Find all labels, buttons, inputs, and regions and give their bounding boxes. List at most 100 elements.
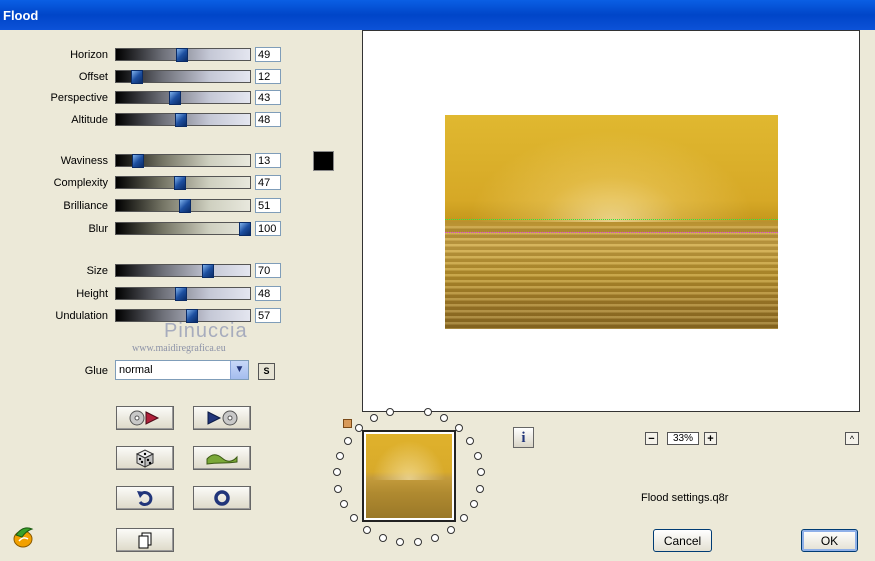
blur-value[interactable]: 100 xyxy=(255,221,281,236)
thumbnail-image xyxy=(366,434,452,518)
size-value[interactable]: 70 xyxy=(255,263,281,278)
height-slider[interactable] xyxy=(115,287,251,301)
horizon-value[interactable]: 49 xyxy=(255,47,281,62)
dial-dot[interactable] xyxy=(333,468,341,476)
dial-dot[interactable] xyxy=(460,514,468,522)
undo-button[interactable] xyxy=(116,486,174,510)
perspective-slider-thumb[interactable] xyxy=(169,91,181,105)
horizon-guide-line xyxy=(445,219,778,220)
brilliance-slider[interactable] xyxy=(115,199,251,213)
waviness-slider[interactable] xyxy=(115,154,251,168)
watermark-name: Pinuccia xyxy=(164,320,248,342)
horizon-slider-thumb[interactable] xyxy=(176,48,188,62)
complexity-value[interactable]: 47 xyxy=(255,175,281,190)
app-logo-icon xyxy=(13,527,34,548)
blur-slider[interactable] xyxy=(115,222,251,236)
navigator-thumbnail[interactable] xyxy=(362,430,456,522)
undulation-value[interactable]: 57 xyxy=(255,308,281,323)
blur-slider-thumb[interactable] xyxy=(239,222,251,236)
altitude-value[interactable]: 48 xyxy=(255,112,281,127)
perspective-slider[interactable] xyxy=(115,91,251,105)
offset-slider-thumb[interactable] xyxy=(131,70,143,84)
complexity-label: Complexity xyxy=(53,177,108,189)
horizon-label: Horizon xyxy=(70,49,108,61)
dial-dot[interactable] xyxy=(447,526,455,534)
complexity-slider[interactable] xyxy=(115,176,251,190)
ok-button[interactable]: OK xyxy=(801,529,858,552)
horizon-slider[interactable] xyxy=(115,48,251,62)
dial-dot[interactable] xyxy=(470,500,478,508)
dial-dot[interactable] xyxy=(350,514,358,522)
size-slider[interactable] xyxy=(115,264,251,278)
dial-dot[interactable] xyxy=(476,485,484,493)
undo-icon xyxy=(137,491,153,507)
altitude-slider[interactable] xyxy=(115,113,251,127)
dial-dot[interactable] xyxy=(396,538,404,546)
dial-dot[interactable] xyxy=(370,414,378,422)
dial-dot[interactable] xyxy=(414,538,422,546)
offset-label: Offset xyxy=(78,71,108,83)
height-slider-thumb[interactable] xyxy=(175,287,187,301)
title-bar: Flood xyxy=(0,0,875,30)
complexity-slider-thumb[interactable] xyxy=(174,176,186,190)
navigator-marker[interactable] xyxy=(343,419,352,428)
brilliance-slider-thumb[interactable] xyxy=(179,199,191,213)
dial-dot[interactable] xyxy=(379,534,387,542)
dial-dot[interactable] xyxy=(455,424,463,432)
glue-select[interactable]: normal ▼ xyxy=(115,360,249,380)
waviness-slider-thumb[interactable] xyxy=(132,154,144,168)
waviness-value[interactable]: 13 xyxy=(255,153,281,168)
glue-side-button[interactable]: S xyxy=(258,363,275,380)
cancel-button[interactable]: Cancel xyxy=(653,529,712,552)
altitude-slider-thumb[interactable] xyxy=(175,113,187,127)
size-slider-thumb[interactable] xyxy=(202,264,214,278)
zoom-out-button[interactable]: − xyxy=(645,432,658,445)
zoom-in-button[interactable]: + xyxy=(704,432,717,445)
chevron-down-icon[interactable]: ▼ xyxy=(230,361,248,379)
flood-preview-image xyxy=(445,115,778,329)
dial-dot[interactable] xyxy=(344,437,352,445)
brilliance-label: Brilliance xyxy=(63,200,108,212)
dice-icon xyxy=(135,449,155,468)
perspective-value[interactable]: 43 xyxy=(255,90,281,105)
zoom-level[interactable]: 33% xyxy=(667,432,699,445)
offset-guide-line xyxy=(445,232,778,233)
dial-dot[interactable] xyxy=(431,534,439,542)
dial-dot[interactable] xyxy=(336,452,344,460)
dial-dot[interactable] xyxy=(424,408,432,416)
collapse-button[interactable]: ^ xyxy=(845,432,859,445)
size-label: Size xyxy=(86,265,108,277)
offset-value[interactable]: 12 xyxy=(255,69,281,84)
play-disc-right-icon xyxy=(207,410,238,426)
dial-dot[interactable] xyxy=(340,500,348,508)
glue-selected-value: normal xyxy=(119,364,153,376)
wave-button[interactable] xyxy=(193,446,251,470)
copy-button[interactable] xyxy=(116,528,174,552)
dial-dot[interactable] xyxy=(334,485,342,493)
dial-dot[interactable] xyxy=(466,437,474,445)
dial-dot[interactable] xyxy=(440,414,448,422)
dial-dot[interactable] xyxy=(477,468,485,476)
color-swatch[interactable] xyxy=(313,151,334,171)
dial-dot[interactable] xyxy=(355,424,363,432)
glue-label: Glue xyxy=(84,365,108,377)
random-button[interactable] xyxy=(116,446,174,470)
height-value[interactable]: 48 xyxy=(255,286,281,301)
light-rays xyxy=(445,115,778,222)
info-button[interactable]: i xyxy=(513,427,534,448)
disc-play-left-icon xyxy=(129,410,160,426)
brilliance-value[interactable]: 51 xyxy=(255,198,281,213)
dial-dot[interactable] xyxy=(363,526,371,534)
water-ripples xyxy=(445,226,778,329)
window-title: Flood xyxy=(3,8,39,23)
play-disc-right-button[interactable] xyxy=(193,406,251,430)
offset-slider[interactable] xyxy=(115,70,251,84)
altitude-label: Altitude xyxy=(71,114,108,126)
blur-label: Blur xyxy=(88,223,108,235)
wave-icon xyxy=(206,454,238,465)
reset-ring-button[interactable] xyxy=(193,486,251,510)
waviness-label: Waviness xyxy=(60,155,108,167)
dial-dot[interactable] xyxy=(474,452,482,460)
reset-left-button[interactable] xyxy=(116,406,174,430)
dial-dot[interactable] xyxy=(386,408,394,416)
